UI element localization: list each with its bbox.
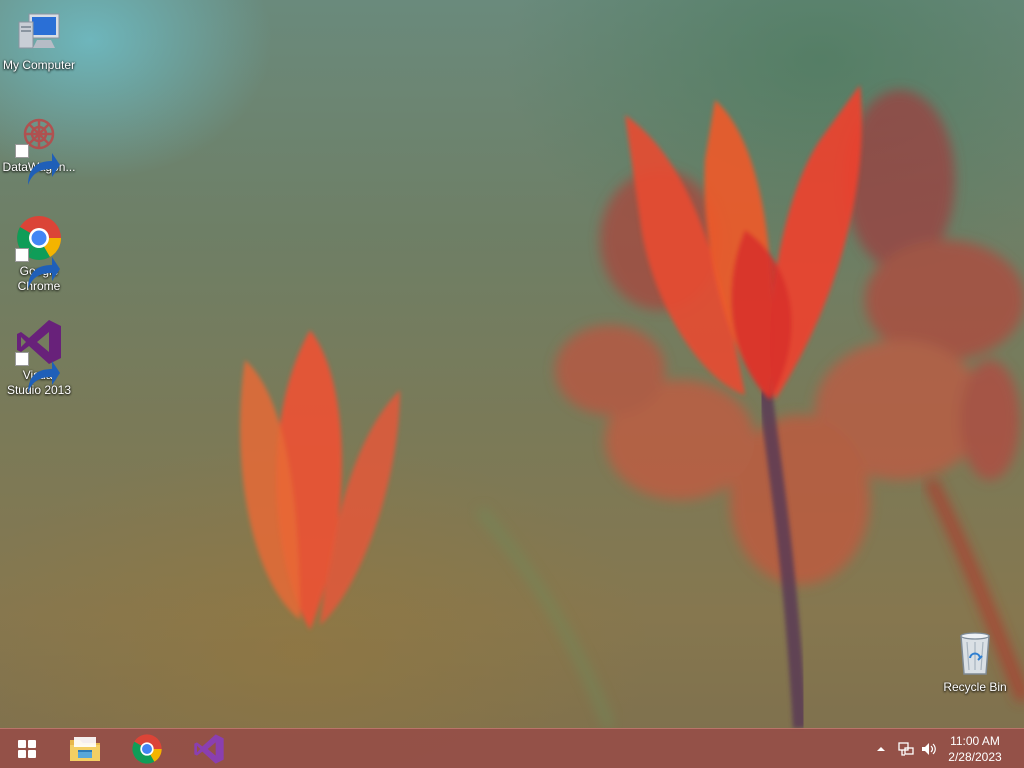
- desktop-icon-google-chrome[interactable]: Google Chrome: [1, 214, 77, 294]
- taskbar: 11:00 AM 2/28/2023: [0, 728, 1024, 768]
- desktop-icon-datawagon[interactable]: DataWagon...: [1, 110, 77, 185]
- datawagon-icon: [15, 110, 63, 185]
- desktop: My Computer DataWagon...: [0, 0, 1024, 768]
- shortcut-arrow-icon: [15, 352, 60, 393]
- file-explorer-icon: [70, 737, 100, 761]
- desktop-icon-label: Recycle Bin: [943, 680, 1007, 694]
- desktop-icon-label: My Computer: [2, 58, 76, 72]
- show-hidden-icons-chevron-icon: [877, 747, 885, 751]
- chrome-icon: [132, 734, 162, 764]
- network-tray-button[interactable]: [898, 741, 914, 757]
- visual-studio-icon: [15, 318, 63, 393]
- show-hidden-icons-button[interactable]: [873, 741, 889, 757]
- desktop-icon-recycle-bin[interactable]: Recycle Bin: [937, 630, 1013, 695]
- taskbar-file-explorer[interactable]: [58, 729, 112, 768]
- taskbar-visual-studio[interactable]: [182, 729, 236, 768]
- clock-time: 11:00 AM: [950, 734, 1000, 748]
- shortcut-arrow-icon: [15, 248, 60, 289]
- shortcut-arrow-icon: [15, 144, 60, 185]
- volume-tray-button[interactable]: [921, 741, 937, 757]
- start-button[interactable]: [0, 729, 54, 768]
- computer-icon: [15, 8, 63, 56]
- wallpaper-tulips: [240, 85, 1024, 730]
- start-icon: [18, 740, 36, 758]
- chrome-icon: [15, 214, 63, 289]
- recycle-bin-icon: [951, 630, 999, 678]
- volume-icon: [922, 743, 936, 755]
- clock-date: 2/28/2023: [948, 750, 1002, 764]
- visual-studio-icon: [194, 734, 224, 764]
- taskbar-clock[interactable]: 11:00 AM 2/28/2023: [940, 733, 1010, 765]
- taskbar-google-chrome[interactable]: [120, 729, 174, 768]
- desktop-icon-visual-studio-2013[interactable]: Visual Studio 2013: [1, 318, 77, 398]
- desktop-icon-my-computer[interactable]: My Computer: [1, 8, 77, 73]
- network-icon: [898, 742, 914, 756]
